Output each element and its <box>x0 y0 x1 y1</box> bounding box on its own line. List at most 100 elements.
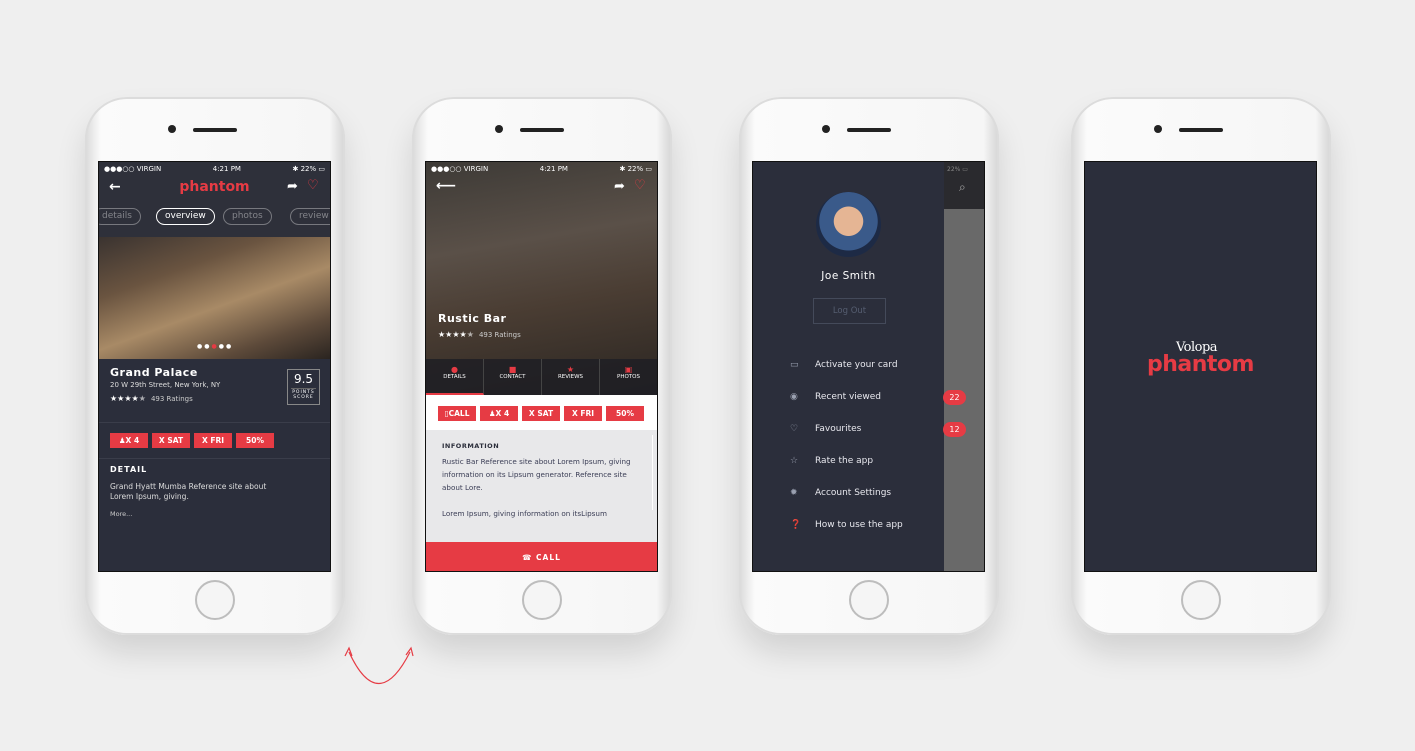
carousel-dots[interactable]: ●●●●● <box>197 343 233 350</box>
menu-label: How to use the app <box>815 520 903 530</box>
phone-icon: ■ <box>508 365 517 374</box>
eye-icon: ◉ <box>790 392 798 402</box>
info-title: INFORMATION <box>442 442 500 450</box>
phone-4: Volopa phantom <box>1071 97 1331 635</box>
search-icon[interactable]: ⌕ <box>959 180 966 195</box>
share-icon[interactable]: ➦ <box>614 179 625 194</box>
venue-photo[interactable] <box>99 237 330 359</box>
tab-overview[interactable]: overview <box>156 208 215 225</box>
count-badge: 12 <box>943 421 966 437</box>
menu-how-to-use[interactable]: ❓ How to use the app <box>790 520 930 530</box>
phone-2: ●●●○○ VIRGIN 4:21 PM ✱ 22% ▭ ⟵ ➦ ♡ Rustic … <box>412 97 672 635</box>
speaker <box>847 128 891 132</box>
tag-discount[interactable]: 50% <box>236 433 274 448</box>
tab-label: REVIEWS <box>557 374 584 380</box>
tab-label: PHOTOS <box>617 374 640 380</box>
tag-call[interactable]: ▯ CALL <box>438 406 476 421</box>
call-button[interactable]: ☎ CALL <box>426 542 657 571</box>
detail-title: DETAIL <box>110 465 148 474</box>
information-panel: INFORMATION Rustic Bar Reference site ab… <box>426 430 657 542</box>
venue-overview-screen: ●●●○○ VIRGIN 4:21 PM ✱ 22% ▭ ← phantom ➦ ♡… <box>98 161 331 572</box>
tab-review[interactable]: review <box>290 208 330 225</box>
detail-text: Grand Hyatt Mumba Reference site about L… <box>110 482 267 501</box>
venue-details-screen: ●●●○○ VIRGIN 4:21 PM ✱ 22% ▭ ⟵ ➦ ♡ Rustic … <box>425 161 658 572</box>
menu-rate-app[interactable]: ☆ Rate the app <box>790 456 930 466</box>
home-button[interactable] <box>1181 580 1221 620</box>
menu-favourites[interactable]: ♡ Favourites 12 <box>790 421 966 437</box>
tag-fri[interactable]: X FRI <box>564 406 602 421</box>
tab-reviews[interactable]: ★ REVIEWS <box>542 359 600 395</box>
score-value: 9.5 <box>293 372 314 386</box>
back-icon[interactable]: ⟵ <box>436 178 456 194</box>
tag-sat[interactable]: X SAT <box>522 406 560 421</box>
splash-screen: Volopa phantom <box>1084 161 1317 572</box>
brand-logo: phantom <box>1147 352 1254 377</box>
side-menu: Joe Smith Log Out ▭ Activate your card ◉ R… <box>753 162 966 571</box>
tag-label: CALL <box>448 409 470 418</box>
scrollbar[interactable] <box>651 435 653 510</box>
star-rating: ★★★★★ 493 Ratings <box>110 394 193 403</box>
score-label: SCORE <box>293 395 314 400</box>
transition-arrow-icon <box>344 646 414 684</box>
star-rating: ★★★★★ 493 Ratings <box>438 330 521 339</box>
logout-button[interactable]: Log Out <box>813 298 886 324</box>
tag-label: X 4 <box>495 409 510 418</box>
avatar[interactable] <box>816 192 881 257</box>
menu-recent-viewed[interactable]: ◉ Recent viewed 22 <box>790 389 966 405</box>
heart-icon[interactable]: ♡ <box>634 178 646 193</box>
menu-label: Account Settings <box>815 488 892 498</box>
speaker <box>520 128 564 132</box>
heart-icon[interactable]: ♡ <box>307 178 319 193</box>
camera <box>822 125 830 133</box>
phone-3: 22% ▭ ⌕ Joe Smith Log Out ▭ Activate your… <box>739 97 999 635</box>
tab-details[interactable]: details <box>99 208 141 225</box>
phone-1: ●●●○○ VIRGIN 4:21 PM ✱ 22% ▭ ← phantom ➦ ♡… <box>85 97 345 635</box>
info-text: Rustic Bar Reference site about Lorem Ip… <box>442 457 631 492</box>
tag-guests[interactable]: ♟ X 4 <box>110 433 148 448</box>
card-icon: ▭ <box>790 360 799 370</box>
camera <box>1154 125 1162 133</box>
menu-account-settings[interactable]: ✹ Account Settings <box>790 488 930 498</box>
tag-sat[interactable]: X SAT <box>152 433 190 448</box>
battery: 22% ▭ <box>947 166 968 173</box>
side-menu-screen: 22% ▭ ⌕ Joe Smith Log Out ▭ Activate your… <box>752 161 985 572</box>
user-name: Joe Smith <box>821 270 876 282</box>
venue-name: Grand Palace <box>110 366 198 379</box>
battery: ✱ 22% ▭ <box>619 165 653 173</box>
home-button[interactable] <box>522 580 562 620</box>
venue-address: 20 W 29th Street, New York, NY <box>110 381 221 389</box>
phone-icon: ☎ <box>522 553 533 562</box>
menu-label: Recent viewed <box>815 392 881 402</box>
tab-contact[interactable]: ■ CONTACT <box>484 359 542 395</box>
more-link[interactable]: More... <box>110 510 132 518</box>
info-text-2: Lorem Ipsum, giving information on itsLi… <box>442 509 607 518</box>
menu-label: Rate the app <box>815 456 874 466</box>
tab-photos[interactable]: ▣ PHOTOS <box>600 359 657 395</box>
tag-guests[interactable]: ♟ X 4 <box>480 406 518 421</box>
menu-activate-card[interactable]: ▭ Activate your card <box>790 360 930 370</box>
count-badge: 22 <box>943 389 966 405</box>
share-icon[interactable]: ➦ <box>287 179 298 194</box>
info-icon: ● <box>451 365 458 374</box>
battery: ✱ 22% ▭ <box>292 165 326 173</box>
tab-details[interactable]: ● DETAILS <box>426 359 484 395</box>
home-button[interactable] <box>849 580 889 620</box>
ratings-count: 493 Ratings <box>478 331 521 339</box>
score-label: POINTS <box>291 388 316 395</box>
help-icon: ❓ <box>790 520 802 530</box>
offer-tags: ♟ X 4 X SAT X FRI 50% <box>110 433 278 448</box>
star-icon: ☆ <box>790 456 799 466</box>
gear-icon: ✹ <box>790 488 798 498</box>
time: 4:21 PM <box>212 165 241 173</box>
venue-name: Rustic Bar <box>438 312 507 325</box>
tab-photos[interactable]: photos <box>223 208 272 225</box>
detail-tabs: ● DETAILS ■ CONTACT ★ REVIEWS ▣ PHOTOS <box>426 359 657 395</box>
battery-level: 22% <box>627 165 644 173</box>
tab-label: DETAILS <box>443 374 466 380</box>
star-icon: ★ <box>566 365 575 374</box>
tag-fri[interactable]: X FRI <box>194 433 232 448</box>
home-button[interactable] <box>195 580 235 620</box>
speaker <box>1179 128 1223 132</box>
tag-discount[interactable]: 50% <box>606 406 644 421</box>
camera-icon: ▣ <box>624 365 633 374</box>
